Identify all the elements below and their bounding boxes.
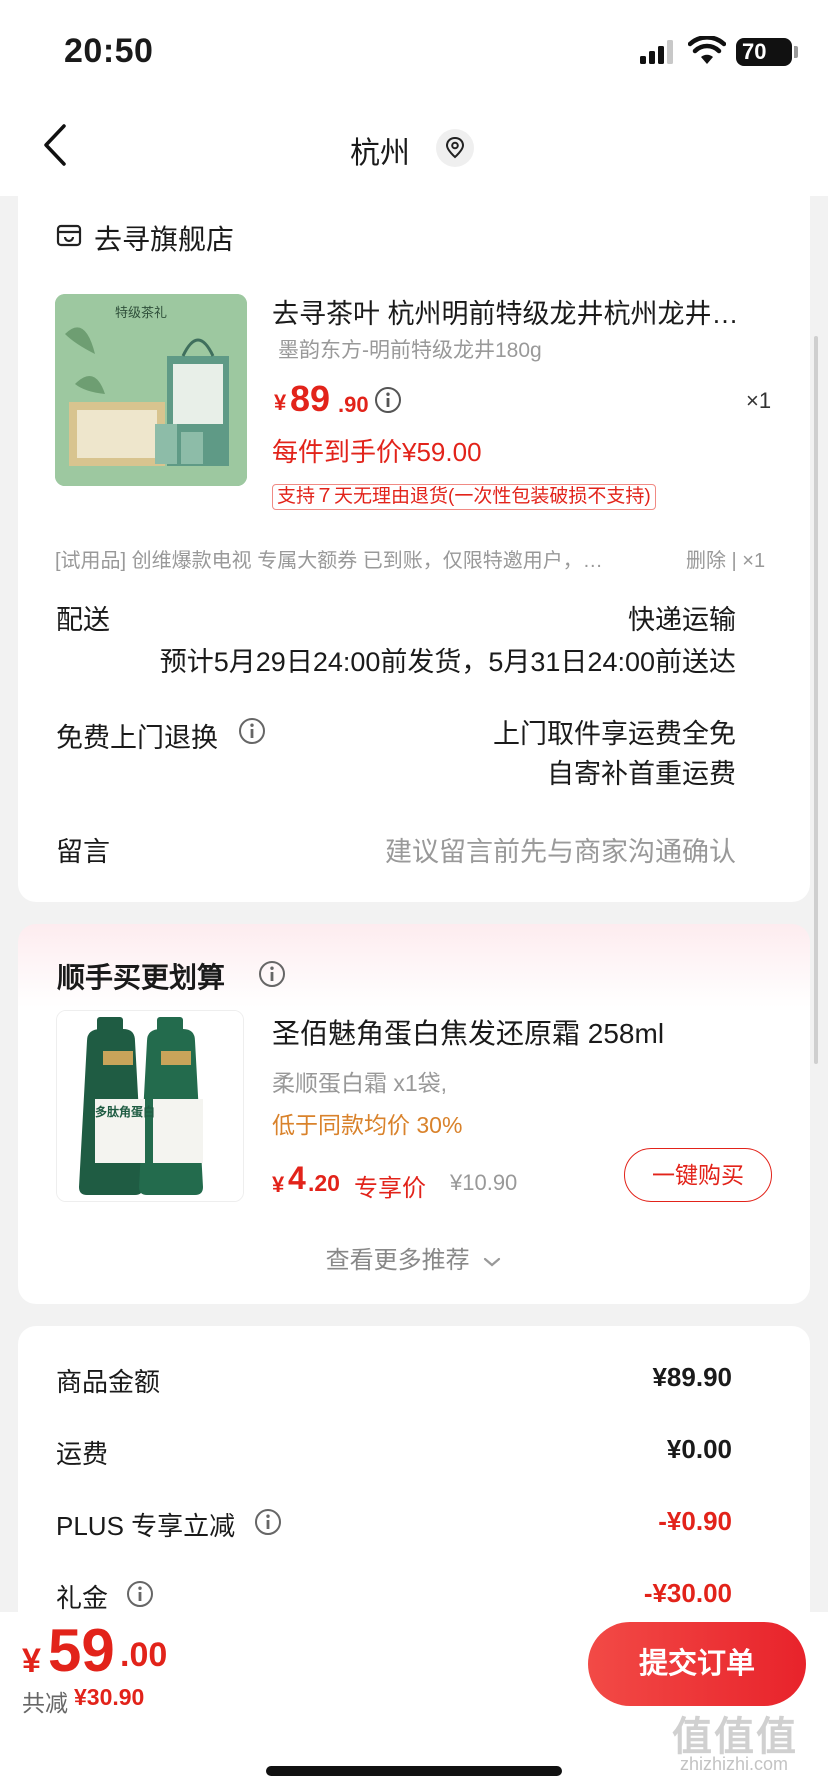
upsell-product-title[interactable]: 圣佰魅角蛋白焦发还原霜 258ml <box>272 1012 664 1052</box>
upsell-original-price: ¥10.90 <box>450 1170 518 1195</box>
final-price: 每件到手价¥59.00 <box>272 437 482 467</box>
battery-icon: 70 <box>736 38 792 66</box>
product-image[interactable]: 特级茶礼 <box>55 294 247 486</box>
more-recommendations-button[interactable]: 查看更多推荐 <box>0 1240 828 1275</box>
upsell-title: 顺手买更划算 <box>57 962 226 993</box>
summary-value: ¥89.90 <box>652 1362 732 1392</box>
free-return-line1: 上门取件享运费全免 <box>493 719 736 749</box>
status-time: 20:50 <box>64 32 154 70</box>
price-integer: 89 <box>290 378 331 419</box>
upsell-exclusive-label: 专享价 <box>354 1175 426 1202</box>
watermark-site: zhizhizhi.com <box>680 1754 789 1774</box>
free-return-line2: 自寄补首重运费 <box>547 759 736 789</box>
store-name[interactable]: 去寻旗舰店 <box>94 218 234 258</box>
upsell-price-integer: 4 <box>288 1160 306 1196</box>
info-icon[interactable] <box>374 386 402 414</box>
summary-value-gift-money: -¥30.00 <box>643 1578 732 1608</box>
product-photo <box>55 294 247 486</box>
home-indicator[interactable] <box>266 1766 562 1776</box>
location-pin-icon <box>445 136 465 159</box>
info-icon[interactable] <box>126 1580 154 1608</box>
product-image-caption: 特级茶礼 <box>115 306 168 321</box>
product-spec[interactable]: 墨韵东方-明前特级龙井180g <box>278 334 542 364</box>
summary-label: 运费 <box>56 1439 109 1469</box>
info-icon[interactable] <box>238 717 266 745</box>
page-title: 杭州 <box>350 137 410 170</box>
summary-label: 礼金 <box>56 1583 109 1613</box>
upsell-price-decimal: .20 <box>308 1170 340 1196</box>
product-title[interactable]: 去寻茶叶 杭州明前特级龙井杭州龙井… <box>272 292 772 331</box>
message-label: 留言 <box>56 837 110 867</box>
info-icon[interactable] <box>258 960 286 988</box>
scrollbar[interactable] <box>814 336 818 1064</box>
upsell-product-spec: 柔顺蛋白霜 x1袋, <box>272 1070 448 1096</box>
summary-label: 商品金额 <box>56 1367 161 1397</box>
upsell-cheaper-note: 低于同款均价 30% <box>272 1112 463 1138</box>
info-icon[interactable] <box>254 1508 282 1536</box>
saved-label: 共减 <box>22 1690 68 1716</box>
summary-value-discount: -¥0.90 <box>658 1506 732 1536</box>
chevron-down-icon <box>484 1257 501 1267</box>
upsell-image-caption: 多肽角蛋白 <box>95 1105 156 1119</box>
more-recommendations-label: 查看更多推荐 <box>325 1247 470 1274</box>
wifi-icon <box>688 36 726 64</box>
one-click-buy-button[interactable]: 一键购买 <box>624 1148 772 1202</box>
store-icon <box>56 224 82 247</box>
product-quantity: ×1 <box>746 388 772 413</box>
gift-item-text: [试用品] 创维爆款电视 专属大额券 已到账，仅限特邀用户，… <box>55 550 603 572</box>
total-integer: 59 <box>48 1617 115 1684</box>
return-policy-tag: 支持７天无理由退货(一次性包装破损不支持) <box>272 484 656 510</box>
delivery-estimate: 预计5月29日24:00前发货，5月31日24:00前送达 <box>159 647 736 677</box>
saved-value: ¥30.90 <box>74 1684 145 1710</box>
message-input[interactable]: 建议留言前先与商家沟通确认 <box>385 830 736 869</box>
battery-tip <box>794 46 798 58</box>
location-button[interactable] <box>436 129 474 167</box>
total-symbol: ¥ <box>22 1642 41 1680</box>
summary-label: PLUS 专享立减 <box>56 1511 236 1541</box>
total-decimal: .00 <box>120 1636 168 1674</box>
upsell-product-image[interactable]: 多肽角蛋白 <box>56 1010 244 1202</box>
summary-value: ¥0.00 <box>666 1434 732 1464</box>
price-decimal: .90 <box>338 392 369 417</box>
signal-icon <box>640 40 673 64</box>
submit-order-button[interactable]: 提交订单 <box>588 1622 806 1706</box>
free-return-label: 免费上门退换 <box>56 723 218 753</box>
delivery-method[interactable]: 快递运输 <box>628 598 736 637</box>
upsell-price-symbol: ¥ <box>272 1172 285 1197</box>
gift-delete-button[interactable]: 删除 | ×1 <box>686 544 765 573</box>
price-symbol: ¥ <box>274 390 287 415</box>
delivery-label: 配送 <box>56 605 110 635</box>
